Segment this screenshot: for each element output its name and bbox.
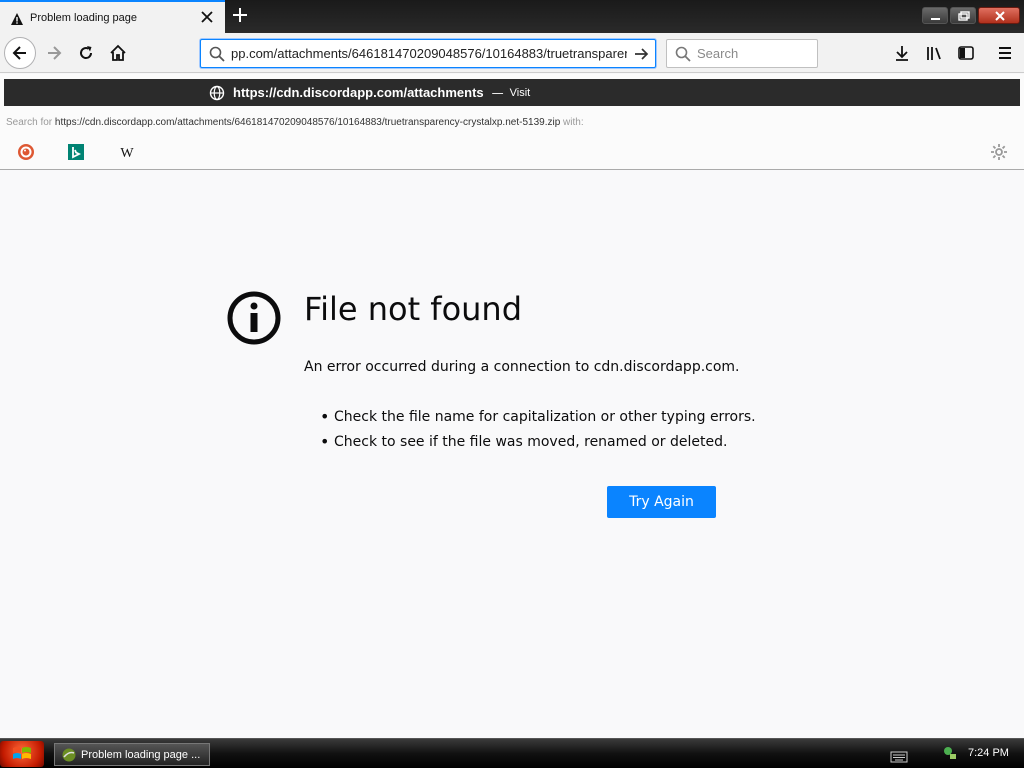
address-autocomplete-popup: https://cdn.discordapp.com/attachments —… — [0, 74, 1024, 170]
search-input[interactable]: Search — [666, 39, 818, 68]
warning-icon — [10, 11, 24, 25]
hamburger-menu-icon — [999, 47, 1011, 59]
error-page: File not found An error occurred during … — [0, 170, 1024, 738]
taskbar-item-label: Problem loading page ... — [81, 748, 201, 761]
try-again-button[interactable]: Try Again — [607, 486, 716, 518]
close-window-button[interactable] — [978, 7, 1020, 24]
list-item: Check to see if the file was moved, rena… — [320, 432, 756, 457]
tab-title: Problem loading page — [30, 11, 138, 24]
library-icon — [927, 47, 941, 60]
taskbar: Problem loading page ... 7:24 PM — [0, 738, 1024, 768]
windows-logo-icon — [13, 747, 31, 759]
gear-icon[interactable] — [990, 143, 1008, 165]
tab-problem-loading[interactable]: Problem loading page — [0, 0, 225, 33]
error-suggestions: Check the file name for capitalization o… — [320, 407, 756, 457]
globe-icon — [209, 85, 225, 105]
sidebar-button[interactable] — [950, 37, 982, 69]
info-icon — [226, 290, 282, 346]
error-description: An error occurred during a connection to… — [304, 359, 740, 375]
list-item: Check the file name for capitalization o… — [320, 407, 756, 432]
address-bar[interactable]: pp.com/attachments/646181470209048576/10… — [200, 39, 656, 68]
back-button[interactable] — [4, 37, 36, 69]
home-button[interactable] — [102, 37, 134, 69]
menu-button[interactable] — [989, 37, 1021, 69]
error-title: File not found — [304, 290, 523, 328]
window-controls — [922, 7, 1020, 24]
start-button[interactable] — [0, 741, 44, 767]
bing-icon[interactable] — [66, 142, 86, 162]
address-text[interactable]: pp.com/attachments/646181470209048576/10… — [231, 46, 627, 61]
forward-arrow-icon — [48, 46, 62, 60]
svg-text:W: W — [120, 146, 134, 161]
suggestion-action: Visit — [509, 86, 531, 99]
forward-button[interactable] — [38, 37, 70, 69]
suggestion-dash: — — [491, 85, 504, 100]
go-arrow-icon[interactable] — [633, 46, 649, 66]
search-for-query: https://cdn.discordapp.com/attachments/6… — [54, 117, 561, 128]
back-arrow-icon — [12, 46, 26, 60]
taskbar-item-browser[interactable]: Problem loading page ... — [54, 743, 210, 766]
network-icon[interactable] — [942, 745, 958, 765]
restore-button[interactable] — [950, 7, 976, 24]
reload-icon — [80, 46, 93, 59]
search-icon — [209, 46, 225, 66]
tab-strip: Problem loading page — [0, 0, 1024, 33]
search-icon — [675, 46, 691, 66]
search-for-prefix: Search for — [6, 117, 53, 128]
wikipedia-icon[interactable]: W — [117, 142, 137, 162]
reload-button[interactable] — [70, 37, 102, 69]
keyboard-icon[interactable] — [890, 748, 908, 767]
screen: Problem loading page pp.com/attachments/… — [0, 0, 1024, 768]
search-for-row: Search for https://cdn.discordapp.com/at… — [6, 117, 584, 128]
search-engine-row: W — [0, 138, 1024, 168]
visit-suggestion-row[interactable]: https://cdn.discordapp.com/attachments —… — [4, 79, 1020, 106]
search-placeholder: Search — [697, 46, 739, 61]
download-icon — [896, 46, 908, 61]
new-tab-icon[interactable] — [231, 6, 249, 24]
close-tab-icon[interactable] — [199, 9, 215, 25]
sidebar-icon — [958, 46, 974, 60]
clock[interactable]: 7:24 PM — [968, 747, 1009, 759]
minimize-button[interactable] — [922, 7, 948, 24]
library-button[interactable] — [918, 37, 950, 69]
downloads-button[interactable] — [886, 37, 918, 69]
home-icon — [110, 44, 126, 61]
suggestion-url: https://cdn.discordapp.com/attachments — [233, 85, 484, 100]
search-for-suffix: with: — [563, 117, 584, 128]
duckduckgo-icon[interactable] — [16, 142, 36, 162]
navigation-toolbar: pp.com/attachments/646181470209048576/10… — [0, 33, 1024, 73]
browser-window-icon — [61, 747, 77, 767]
